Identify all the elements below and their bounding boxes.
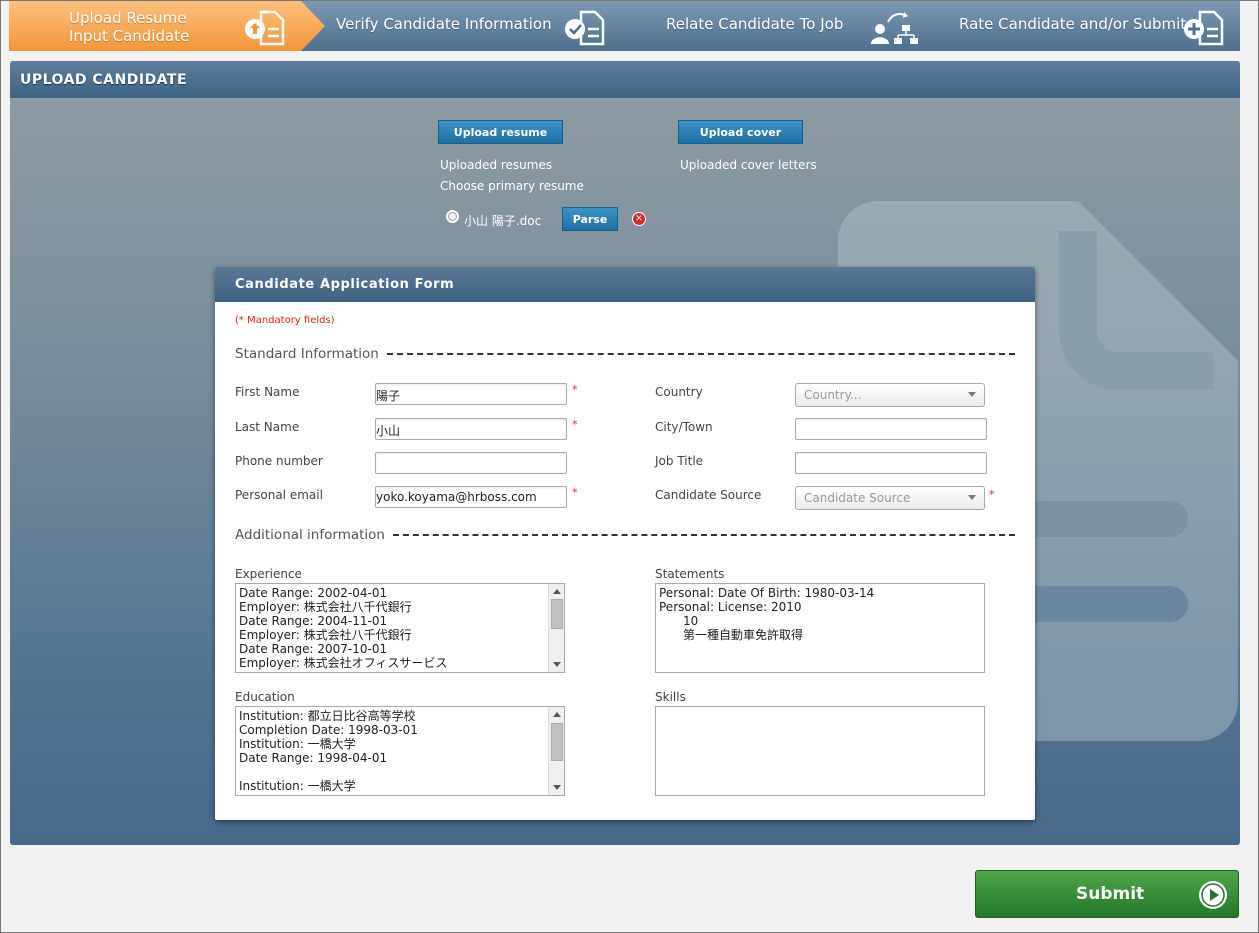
email-input[interactable]: yoko.koyama@hrboss.com: [375, 486, 567, 508]
standard-info-heading: Standard Information: [235, 346, 379, 362]
experience-line: Date Range: 2002-04-01: [239, 586, 388, 600]
city-label: City/Town: [655, 420, 713, 434]
statements-line: 第一種自動車免許取得: [683, 628, 804, 642]
step-upload-resume-line1: Upload Resume: [69, 9, 187, 27]
country-select-value: Country...: [804, 388, 862, 402]
scroll-thumb[interactable]: [551, 723, 563, 761]
scroll-up-icon[interactable]: [553, 589, 561, 594]
step-relate-candidate[interactable]: Relate Candidate To Job: [618, 1, 956, 51]
step-relate-label: Relate Candidate To Job: [666, 15, 844, 33]
country-label: Country: [655, 385, 703, 399]
candidate-source-select[interactable]: Candidate Source: [795, 486, 985, 510]
experience-line: Employer: 株式会社オフィスサービス: [239, 656, 448, 670]
education-line: Date Range: 1998-04-01: [239, 751, 388, 765]
candidate-application-form: Candidate Application Form (* Mandatory …: [215, 267, 1035, 820]
job-title-label: Job Title: [655, 454, 704, 468]
submit-label: Submit: [1076, 884, 1145, 904]
additional-info-section: Additional information: [235, 527, 1015, 543]
statements-label: Statements: [655, 567, 725, 581]
experience-label: Experience: [235, 567, 302, 581]
uploaded-resumes-label: Uploaded resumes: [440, 158, 553, 172]
experience-line: Date Range: 2007-10-01: [239, 642, 388, 656]
form-title: Candidate Application Form: [215, 267, 1035, 302]
remove-resume-icon[interactable]: ✕: [632, 212, 646, 226]
mandatory-note: (* Mandatory fields): [235, 315, 335, 326]
check-document-icon: [563, 10, 609, 50]
person-org-chart-icon: [870, 10, 924, 50]
first-name-required: *: [572, 383, 578, 396]
candidate-source-value: Candidate Source: [804, 491, 911, 505]
choose-primary-resume-label: Choose primary resume: [440, 179, 584, 193]
experience-line: Employer: 株式会社八千代銀行: [239, 600, 412, 614]
skills-label: Skills: [655, 690, 686, 704]
scroll-down-icon[interactable]: [553, 785, 561, 790]
resume-file-name: 小山 陽子.doc: [464, 214, 542, 228]
upload-cover-button[interactable]: Upload cover: [678, 120, 803, 144]
last-name-label: Last Name: [235, 420, 300, 434]
first-name-label: First Name: [235, 385, 300, 399]
phone-input[interactable]: [375, 452, 567, 474]
upload-document-icon: [243, 10, 289, 50]
chevron-down-icon: [968, 392, 976, 397]
city-input[interactable]: [795, 418, 987, 440]
standard-info-section: Standard Information: [235, 346, 1015, 362]
uploaded-cover-letters-label: Uploaded cover letters: [680, 158, 817, 172]
job-title-input[interactable]: [795, 452, 987, 474]
step-upload-resume[interactable]: Upload Resume Input Candidate: [9, 1, 326, 51]
skills-textarea[interactable]: [655, 706, 985, 796]
experience-scrollbar[interactable]: [548, 584, 564, 672]
education-line: [239, 765, 564, 779]
upload-resume-button[interactable]: Upload resume: [438, 120, 563, 144]
candidate-source-label: Candidate Source: [655, 488, 762, 502]
statements-line: Personal: Date Of Birth: 1980-03-14: [659, 586, 875, 600]
additional-info-heading: Additional information: [235, 527, 385, 543]
wizard-steps: Upload Resume Input Candidate Verify Can…: [9, 1, 1240, 51]
step-rate-label: Rate Candidate and/or Submit: [959, 15, 1187, 33]
education-scrollbar[interactable]: [548, 707, 564, 795]
primary-resume-radio[interactable]: [446, 210, 459, 223]
step-verify-candidate[interactable]: Verify Candidate Information: [301, 1, 644, 51]
parse-button[interactable]: Parse: [562, 207, 618, 231]
country-select[interactable]: Country...: [795, 383, 985, 407]
statements-line: Personal: License: 2010: [659, 600, 802, 614]
statements-line: 10: [683, 614, 699, 628]
experience-line: Date Range: 2004-11-01: [239, 614, 388, 628]
last-name-input[interactable]: 小山: [375, 418, 567, 440]
education-label: Education: [235, 690, 295, 704]
chevron-down-icon: [968, 495, 976, 500]
add-document-icon: [1182, 10, 1228, 50]
step-upload-resume-line2: Input Candidate: [69, 27, 190, 45]
candidate-source-required: *: [989, 488, 995, 501]
upload-candidate-panel: UPLOAD CANDIDATE Upload resume Upload co…: [10, 61, 1240, 845]
education-line: Institution: 一橋大学: [239, 737, 356, 751]
statements-textarea[interactable]: Personal: Date Of Birth: 1980-03-14 Pers…: [655, 583, 985, 673]
experience-textarea[interactable]: Date Range: 2002-04-01 Employer: 株式会社八千代…: [235, 583, 565, 673]
scroll-down-icon[interactable]: [553, 662, 561, 667]
panel-title: UPLOAD CANDIDATE: [10, 61, 1240, 98]
education-line: Completion Date: 1998-03-01: [239, 723, 418, 737]
education-textarea[interactable]: Institution: 都立日比谷高等学校 Completion Date: …: [235, 706, 565, 796]
experience-line: Employer: 株式会社八千代銀行: [239, 628, 412, 642]
step-rate-candidate[interactable]: Rate Candidate and/or Submit: [930, 1, 1240, 51]
scroll-up-icon[interactable]: [553, 712, 561, 717]
email-required: *: [572, 486, 578, 499]
play-circle-icon: [1198, 880, 1228, 915]
phone-label: Phone number: [235, 454, 323, 468]
scroll-thumb[interactable]: [551, 599, 563, 629]
education-line: Institution: 都立日比谷高等学校: [239, 709, 416, 723]
email-label: Personal email: [235, 488, 323, 502]
last-name-required: *: [572, 418, 578, 431]
education-line: Institution: 一橋大学: [239, 779, 356, 793]
submit-button[interactable]: Submit: [975, 870, 1239, 918]
step-verify-label: Verify Candidate Information: [336, 15, 552, 33]
first-name-input[interactable]: 陽子: [375, 383, 567, 405]
